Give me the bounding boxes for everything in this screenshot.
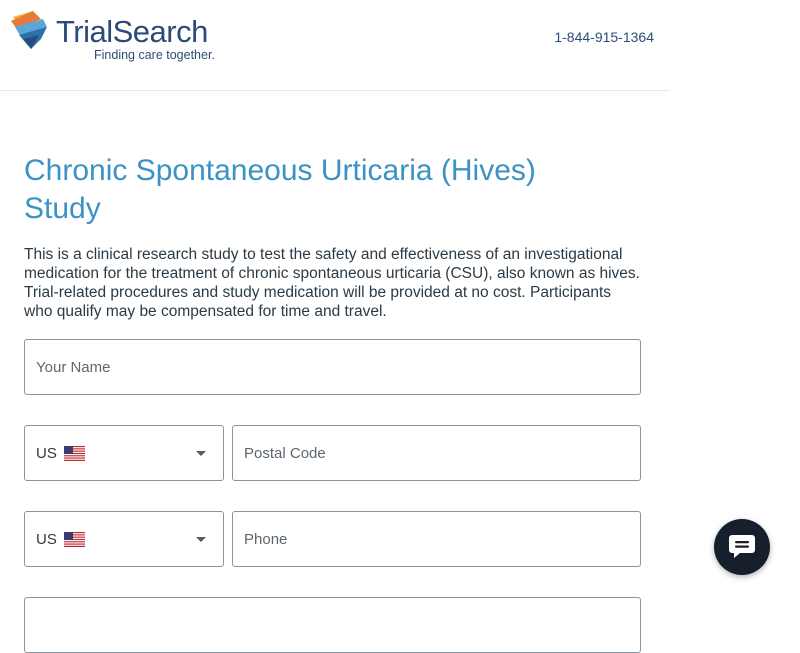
page-title: Chronic Spontaneous Urticaria (Hives) St… bbox=[24, 154, 536, 225]
us-flag-icon bbox=[64, 532, 85, 547]
site-header: TrialSearch Finding care together. 1-844… bbox=[0, 0, 670, 91]
us-flag-icon bbox=[64, 446, 85, 461]
logo-tagline: Finding care together. bbox=[94, 48, 215, 62]
study-description: This is a clinical research study to tes… bbox=[24, 246, 640, 320]
phone-input[interactable] bbox=[233, 512, 640, 566]
name-field-wrapper bbox=[24, 339, 641, 395]
logo-wordmark: TrialSearch bbox=[56, 14, 208, 49]
trialsearch-logo[interactable]: TrialSearch Finding care together. bbox=[11, 11, 221, 65]
postal-country-select[interactable]: US bbox=[24, 425, 224, 481]
phone-field-wrapper bbox=[232, 511, 641, 567]
name-input[interactable] bbox=[25, 340, 640, 394]
next-field-wrapper bbox=[24, 597, 641, 653]
postal-code-input[interactable] bbox=[233, 426, 640, 480]
postal-country-code: US bbox=[36, 445, 57, 462]
chat-button[interactable] bbox=[714, 519, 770, 575]
main-content: Chronic Spontaneous Urticaria (Hives) St… bbox=[24, 152, 641, 321]
phone-link[interactable]: 1-844-915-1364 bbox=[554, 29, 654, 45]
chevron-down-icon bbox=[196, 451, 206, 456]
postal-field-wrapper bbox=[232, 425, 641, 481]
logo-mark-icon bbox=[11, 11, 47, 49]
chat-bubble-icon bbox=[729, 535, 755, 558]
phone-country-code: US bbox=[36, 531, 57, 548]
phone-country-select[interactable]: US bbox=[24, 511, 224, 567]
chevron-down-icon bbox=[196, 537, 206, 542]
